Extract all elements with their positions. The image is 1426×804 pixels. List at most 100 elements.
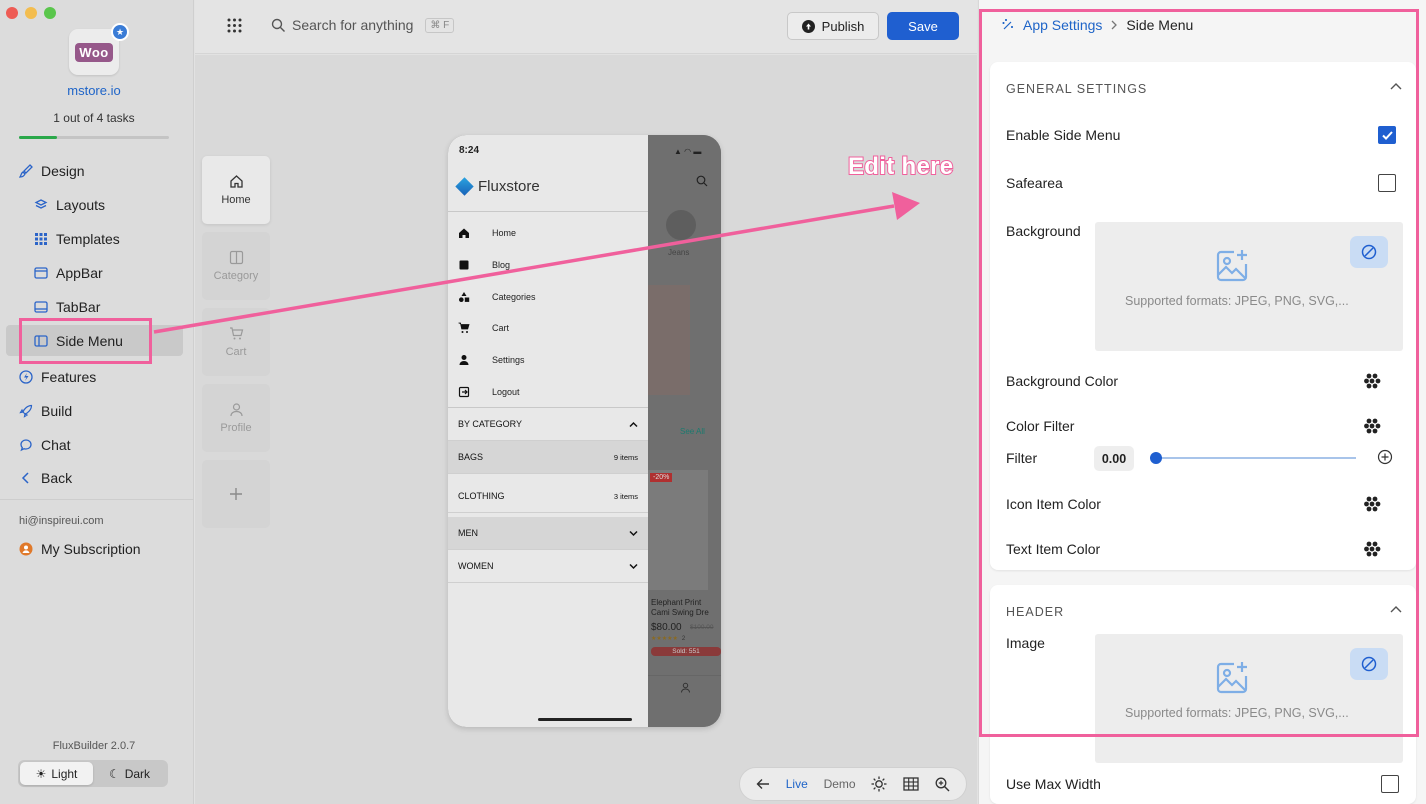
account-email: hi@inspireui.com [19,515,104,527]
nav-tabbar-label: TabBar [56,299,101,315]
drawer-item-settings-label: Settings [492,355,525,365]
settings-panel-highlight-box [979,9,1419,737]
sold-bar: Sold: 551 [651,647,721,656]
save-button[interactable]: Save [887,12,959,40]
drawer-item-logout[interactable]: Logout [448,376,648,408]
top-toolbar: Search for anything ⌘ F Publish Save [195,0,977,54]
category-row-women[interactable]: WOMEN [448,550,648,583]
phone-status-icons: ▲ ◠ ▬ [674,147,702,156]
user-badge-icon [19,542,33,556]
home-indicator [538,718,632,721]
site-link[interactable]: mstore.io [0,83,188,98]
chevron-up-icon [629,420,638,429]
nav-features[interactable]: Features [19,365,96,389]
rating-count: 2 [681,635,686,642]
demo-mode-button[interactable]: Demo [824,777,856,791]
product-price: $80.00 [651,622,682,633]
use-max-width-label: Use Max Width [1006,776,1101,792]
use-max-width-checkbox[interactable] [1381,775,1399,793]
tab-tile-profile-label: Profile [220,422,252,434]
moon-icon: ☾ [108,766,120,781]
category-name: WOMEN [458,561,494,571]
star-badge-icon: ★ [111,23,129,41]
search-shortcut-hint: ⌘ F [425,17,455,33]
see-all-link: See All [680,427,705,436]
phone-profile-icon [680,682,691,693]
category-row-men[interactable]: MEN [448,517,648,550]
nav-side-menu[interactable]: Side Menu [34,329,123,353]
category-name: CLOTHING [458,491,505,501]
product-old-price: $100.00 [690,624,714,631]
category-name: BAGS [458,452,484,462]
category-name: MEN [458,528,478,538]
theme-light-option[interactable]: ☀ Light [20,762,93,785]
nav-build[interactable]: Build [19,399,72,423]
product-image [648,470,708,590]
brush-icon [19,164,33,178]
by-category-header[interactable]: BY CATEGORY [448,408,648,441]
search-icon [271,18,286,33]
nav-back-label: Back [41,470,73,486]
category-row-clothing[interactable]: CLOTHING 3 items [448,480,648,513]
woo-logo-text: Woo [75,42,113,62]
phone-tabbar-divider [648,675,721,676]
product-rating: ★★★★★ 2 [651,635,686,643]
maximize-window-button[interactable] [44,7,56,19]
rating-stars-icon: ★★★★★ [651,636,678,642]
nav-design-label: Design [41,163,85,179]
nav-tabbar[interactable]: TabBar [34,295,100,319]
sidebar: Woo ★ mstore.io 1 out of 4 tasks Design … [0,0,194,804]
tabbar-icon [34,300,48,314]
phone-status-time: 8:24 [459,145,480,156]
preview-toolbar: Live Demo [739,767,967,801]
chat-bubble-icon [19,438,33,452]
bolt-circle-icon [19,370,33,384]
live-mode-button[interactable]: Live [786,777,808,791]
chevron-down-icon [629,529,638,538]
category-row-bags[interactable]: BAGS 9 items [448,441,648,474]
side-menu-icon [34,334,48,348]
theme-light-label: Light [51,766,78,781]
nav-chat[interactable]: Chat [19,433,71,457]
category-count: 3 items [613,491,638,501]
home-icon [229,174,244,189]
table-grid-icon[interactable] [903,777,919,791]
annotation-arrow [153,192,920,334]
nav-my-subscription[interactable]: My Subscription [19,537,141,561]
phone-search-icon [696,175,708,187]
nav-side-menu-label: Side Menu [56,333,123,349]
layers-icon [34,198,48,212]
plus-icon [228,486,244,502]
nav-my-subscription-label: My Subscription [41,541,141,557]
publish-button[interactable]: Publish [787,12,879,40]
nav-back[interactable]: Back [19,466,72,490]
close-window-button[interactable] [6,7,18,19]
add-tab-button[interactable] [202,460,270,528]
logout-icon [458,386,470,398]
zoom-in-icon[interactable] [935,777,950,792]
tasks-progress-fill [19,136,57,139]
search-bar[interactable]: Search for anything ⌘ F [271,17,455,33]
theme-dark-option[interactable]: ☾ Dark [93,762,166,785]
discount-badge: -20% [650,473,673,482]
nav-layouts[interactable]: Layouts [34,193,105,217]
tasks-progress-label[interactable]: 1 out of 4 tasks [0,111,188,125]
brightness-icon[interactable] [871,776,887,792]
search-placeholder: Search for anything [292,17,414,33]
arrow-left-icon[interactable] [756,778,770,790]
app-version: FluxBuilder 2.0.7 [52,740,136,752]
nav-design[interactable]: Design [19,159,85,183]
nav-templates-label: Templates [56,231,120,247]
product-name: Elephant Print Cami Swing Dre [651,598,709,617]
grid-dots-icon [34,232,48,246]
tab-tile-profile[interactable]: Profile [202,384,270,452]
nav-appbar[interactable]: AppBar [34,261,103,285]
minimize-window-button[interactable] [25,7,37,19]
by-category-label: BY CATEGORY [458,419,523,429]
theme-toggle[interactable]: ☀ Light ☾ Dark [18,760,168,787]
nav-templates[interactable]: Templates [34,227,120,251]
drawer-item-logout-label: Logout [492,387,520,397]
apps-grid-icon[interactable] [227,18,242,33]
nav-appbar-label: AppBar [56,265,103,281]
nav-build-label: Build [41,403,73,419]
